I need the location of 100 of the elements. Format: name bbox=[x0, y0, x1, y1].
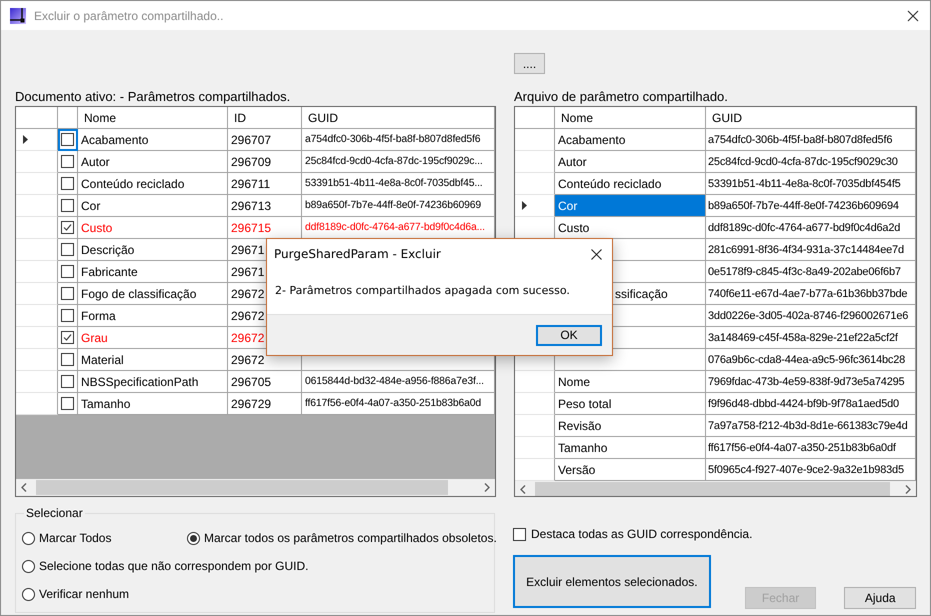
table-cell: 53391b51-4b11-4e8a-8c0f-7035dbf454f5 bbox=[706, 173, 916, 195]
table-cell: Versão bbox=[555, 459, 706, 481]
browse-button[interactable]: .... bbox=[514, 53, 545, 74]
current-row-icon bbox=[23, 135, 28, 144]
delete-selected-button[interactable]: Excluir elementos selecionados. bbox=[513, 555, 711, 608]
table-cell: 5f0965c4-f927-407e-9ce2-9a32e1b983d5 bbox=[706, 459, 916, 481]
table-cell: Peso total bbox=[555, 393, 706, 415]
radio-label[interactable]: Marcar todos os parâmetros compartilhados obsoletos. bbox=[204, 531, 497, 545]
table-cell: Revisão bbox=[555, 415, 706, 437]
table-cell: Acabamento bbox=[555, 129, 706, 151]
checkbox[interactable] bbox=[61, 221, 74, 234]
row-header[interactable] bbox=[515, 195, 555, 217]
scrollbar-thumb[interactable] bbox=[535, 482, 890, 496]
table-cell: 0615844d-bd32-484e-a956-f886a7e3f... bbox=[302, 371, 495, 393]
radio-button[interactable] bbox=[22, 588, 35, 600]
column-header[interactable]: Nome bbox=[78, 107, 228, 129]
table-cell: a754dfc0-306b-4f5f-ba8f-b807d8fed5f6 bbox=[706, 129, 916, 151]
checkbox[interactable] bbox=[61, 397, 74, 410]
radio-label[interactable]: Verificar nenhum bbox=[39, 587, 130, 601]
group-title: Selecionar bbox=[24, 506, 85, 520]
window-title: Excluir o parâmetro compartilhado.. bbox=[34, 8, 224, 22]
table-cell: Autor bbox=[555, 151, 706, 173]
radio-label[interactable]: Marcar Todos bbox=[39, 531, 112, 545]
table-cell: ddf8189c-d0fc-4764-a677-bd9f0c4d6a2d bbox=[706, 217, 916, 239]
radio-button[interactable] bbox=[22, 560, 35, 572]
checkbox[interactable] bbox=[61, 331, 74, 344]
table-cell: Nome bbox=[555, 371, 706, 393]
checkbox[interactable] bbox=[61, 353, 74, 366]
table-cell: 0e5178f9-c845-4f3c-8a49-202abe06f6b7 bbox=[706, 261, 916, 283]
table-cell: Cor bbox=[555, 195, 706, 217]
table-cell: f9f96d48-dbbd-4424-bf9b-9f78a1aed5d0 bbox=[706, 393, 916, 415]
close-icon[interactable] bbox=[907, 10, 919, 22]
table-cell: NBSSpecificationPath bbox=[78, 371, 228, 393]
scrollbar-thumb[interactable] bbox=[36, 480, 448, 495]
table-cell: 296707 bbox=[228, 129, 302, 151]
checkbox[interactable] bbox=[61, 177, 74, 190]
checkbox[interactable] bbox=[61, 375, 74, 388]
table-cell: ff617f56-e0f4-4a07-a350-251b83b6a0df bbox=[706, 437, 916, 459]
table-cell: 7a97a758-f212-4b3d-8d1e-661383c79e4d bbox=[706, 415, 916, 437]
table-cell: Fogo de classificação bbox=[78, 283, 228, 305]
radio-button[interactable] bbox=[22, 532, 35, 544]
checkbox[interactable] bbox=[61, 155, 74, 168]
table-cell: Grau bbox=[78, 327, 228, 349]
table-cell: Conteúdo reciclado bbox=[555, 173, 706, 195]
checkbox[interactable] bbox=[61, 265, 74, 278]
table-cell: Tamanho bbox=[555, 437, 706, 459]
dialog-button[interactable]: Ajuda bbox=[844, 587, 916, 609]
table-cell: Autor bbox=[78, 151, 228, 173]
table-cell: Cor bbox=[78, 195, 228, 217]
table-cell: a754dfc0-306b-4f5f-ba8f-b807d8fed5f6 bbox=[302, 129, 495, 151]
radio-label[interactable]: Selecione todas que não correspondem por GUID. bbox=[39, 559, 308, 573]
table-cell: 3a148469-c45f-458a-829e-21ef22a5cf2f bbox=[706, 327, 916, 349]
table-cell: 296729 bbox=[228, 393, 302, 415]
table-cell: 296709 bbox=[228, 151, 302, 173]
table-cell: b89a650f-7b7e-44ff-8e0f-74236b60969 bbox=[302, 195, 495, 217]
checkbox[interactable] bbox=[61, 199, 74, 212]
column-header[interactable]: GUID bbox=[302, 107, 495, 129]
table-cell: Custo bbox=[78, 217, 228, 239]
row-header[interactable] bbox=[16, 129, 58, 151]
table-cell: 3dd0226e-3d05-402a-8746-f296002671e6 bbox=[706, 305, 916, 327]
current-row-icon bbox=[522, 201, 527, 210]
table-cell: 740f6e11-e67d-4ae7-b77a-61b36bb37bde bbox=[706, 283, 916, 305]
panel-label: Documento ativo: - Parâmetros compartilhados. bbox=[15, 88, 292, 106]
table-cell: Conteúdo reciclado bbox=[78, 173, 228, 195]
table-cell: Forma bbox=[78, 305, 228, 327]
table-cell: 7969fdac-473b-4e59-838f-9d73e5a74295 bbox=[706, 371, 916, 393]
checkbox[interactable] bbox=[61, 243, 74, 256]
checkbox[interactable] bbox=[513, 528, 526, 540]
column-header[interactable]: GUID bbox=[706, 107, 916, 129]
table-cell: 53391b51-4b11-4e8a-8c0f-7035dbf45... bbox=[302, 173, 495, 195]
table-cell: Descrição bbox=[78, 239, 228, 261]
table-cell: 25c84fcd-9cd0-4cfa-87dc-195cf9029c30 bbox=[706, 151, 916, 173]
checkbox[interactable] bbox=[61, 287, 74, 300]
table-cell: 296713 bbox=[228, 195, 302, 217]
radio-button[interactable] bbox=[187, 532, 200, 544]
checkbox[interactable] bbox=[61, 309, 74, 322]
table-cell: 281c6991-8f36-4f34-931a-37c14484ee7d bbox=[706, 239, 916, 261]
table-cell: Acabamento bbox=[78, 129, 228, 151]
table-cell: 25c84fcd-9cd0-4cfa-87dc-195cf9029c... bbox=[302, 151, 495, 173]
column-header[interactable]: ID bbox=[228, 107, 302, 129]
checkbox-label[interactable]: Destaca todas as GUID correspondência. bbox=[531, 527, 752, 541]
table-cell: 296715 bbox=[228, 217, 302, 239]
app-icon bbox=[10, 8, 26, 24]
table-cell: 296711 bbox=[228, 173, 302, 195]
horizontal-scrollbar[interactable] bbox=[16, 479, 495, 496]
table-cell: ff617f56-e0f4-4a07-a350-251b83b6a0d bbox=[302, 393, 495, 415]
table-cell: Tamanho bbox=[78, 393, 228, 415]
ok-button[interactable]: OK bbox=[536, 324, 602, 346]
horizontal-scrollbar[interactable] bbox=[515, 481, 916, 496]
table-cell: 296705 bbox=[228, 371, 302, 393]
table-cell: 076a9b6c-cda8-44ea-a9c5-96fc3614bc28 bbox=[706, 349, 916, 371]
table-cell: b89a650f-7b7e-44ff-8e0f-74236b609694 bbox=[706, 195, 916, 217]
column-header[interactable]: Nome bbox=[555, 107, 706, 129]
panel-label: Arquivo de parâmetro compartilhado. bbox=[514, 88, 729, 106]
table-cell: Custo bbox=[555, 217, 706, 239]
table-cell: ddf8189c-d0fc-4764-a677-bd9f0c4d6a... bbox=[302, 217, 495, 239]
checkbox[interactable] bbox=[61, 133, 74, 146]
table-cell: Material bbox=[78, 349, 228, 371]
table-cell: Fabricante bbox=[78, 261, 228, 283]
close-icon[interactable] bbox=[591, 248, 602, 260]
